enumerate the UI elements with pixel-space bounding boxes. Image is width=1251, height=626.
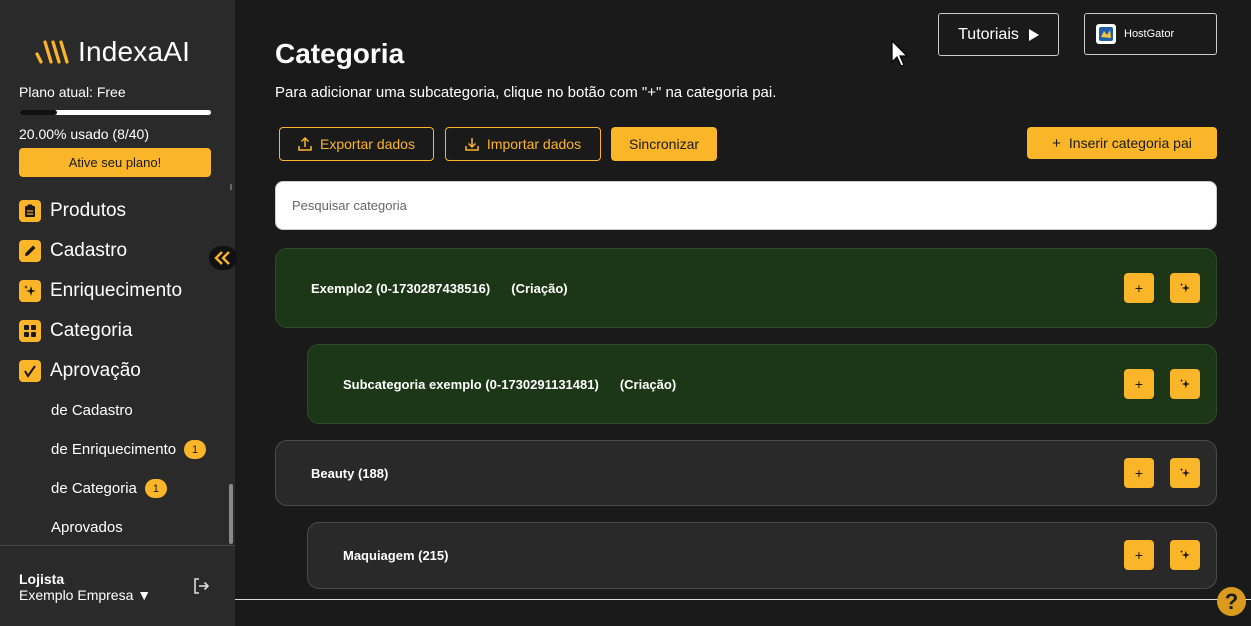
subcategory-row[interactable]: Subcategoria exemplo (0-1730291131481) (… [307,344,1217,424]
logo-mark-icon [35,40,69,64]
enrich-category-button[interactable] [1170,273,1200,303]
collapse-sidebar-button[interactable] [209,246,237,270]
category-name: Beauty (188) [311,465,389,481]
brand-logo[interactable]: IndexaAI [34,36,190,68]
plus-icon: + [1134,465,1144,481]
export-label: Exportar dados [320,136,415,152]
help-button[interactable]: ? [1217,587,1246,616]
page-description: Para adicionar uma subcategoria, clique … [275,84,777,101]
sidebar: IndexaAI Plano atual: Free 20.00% usado … [0,0,235,626]
sidebar-nav: Produtos Cadastro Enriquecimento Categor… [19,191,219,547]
sidebar-item-label: Cadastro [50,240,128,261]
sidebar-subitem-aprovados[interactable]: Aprovados [19,508,219,547]
user-role: Lojista [19,571,65,587]
import-label: Importar dados [486,136,582,152]
add-subcategory-button[interactable]: + [1124,458,1154,488]
sidebar-item-label: Categoria [50,320,133,341]
sync-label: Sincronizar [628,136,700,152]
download-icon [465,138,479,151]
store-label: HostGator [1124,28,1175,40]
sidebar-subitem-label: de Cadastro [51,402,133,419]
mouse-cursor-icon [891,40,909,67]
brand-name: IndexaAI [78,36,191,67]
sidebar-item-categoria[interactable]: Categoria [19,311,219,351]
hostgator-logo-icon [1096,24,1116,44]
enrich-category-button[interactable] [1170,458,1200,488]
add-subcategory-button[interactable]: + [1124,540,1154,570]
sidebar-scroll-arrow[interactable] [230,184,232,190]
sidebar-item-label: Enriquecimento [50,280,183,301]
enrich-category-button[interactable] [1170,369,1200,399]
sparkle-icon [1179,378,1191,389]
count-badge: 1 [144,479,167,498]
subcategory-row[interactable]: Maquiagem (215) [307,522,1217,589]
insert-parent-label: Inserir categoria pai [1068,135,1192,151]
tutorials-button[interactable]: Tutoriais [938,13,1059,56]
usage-progress-fill [19,110,58,115]
tutorials-label: Tutoriais [958,25,1019,43]
clipboard-icon [19,200,41,222]
sidebar-subitem-de-categoria[interactable]: de Categoria 1 [19,469,219,508]
plus-icon: + [1052,134,1061,152]
check-icon [19,360,41,382]
sync-button[interactable]: Sincronizar [611,127,717,161]
plus-icon: + [1134,547,1144,563]
category-row[interactable]: Beauty (188) [275,440,1217,506]
sidebar-item-produtos[interactable]: Produtos [19,191,219,231]
category-search-input[interactable] [275,181,1217,230]
user-footer: Lojista Exemplo Empresa ▼ [0,545,235,626]
category-row[interactable]: Exemplo2 (0-1730287438516) (Criação) [275,248,1217,328]
sidebar-subitem-de-cadastro[interactable]: de Cadastro [19,391,219,430]
category-status: (Criação) [511,280,568,296]
sidebar-item-enriquecimento[interactable]: Enriquecimento [19,271,219,311]
sidebar-subitem-de-enriquecimento[interactable]: de Enriquecimento 1 [19,430,219,469]
category-name: Subcategoria exemplo (0-1730291131481) [343,376,599,392]
count-badge: 1 [184,440,207,459]
activate-plan-button[interactable]: Ative seu plano! [19,148,211,177]
add-subcategory-button[interactable]: + [1124,273,1154,303]
import-data-button[interactable]: Importar dados [445,127,601,161]
category-name: Maquiagem (215) [343,548,449,563]
store-selector-button[interactable]: HostGator [1084,13,1217,55]
sidebar-item-cadastro[interactable]: Cadastro [19,231,219,271]
sidebar-item-label: Produtos [50,200,127,221]
play-icon [1028,28,1039,41]
sparkle-icon [1179,467,1191,478]
category-name: Exemplo2 (0-1730287438516) [311,280,491,296]
pencil-icon [19,240,41,262]
sidebar-subitem-label: de Enriquecimento [51,441,177,458]
sidebar-scrollbar[interactable] [229,484,233,544]
plus-icon: + [1134,280,1144,296]
sidebar-item-aprovacao[interactable]: Aprovação [19,351,219,391]
plus-icon: + [1134,376,1144,392]
add-subcategory-button[interactable]: + [1124,369,1154,399]
content-divider [235,599,1251,600]
sparkle-icon [1179,549,1191,560]
enrich-category-button[interactable] [1170,540,1200,570]
sidebar-subitem-label: de Categoria [51,480,137,497]
sparkle-icon [1179,282,1191,293]
export-data-button[interactable]: Exportar dados [279,127,434,161]
usage-progress-bar [19,110,211,115]
sidebar-item-label: Aprovação [50,360,141,381]
insert-parent-category-button[interactable]: + Inserir categoria pai [1027,127,1217,159]
double-chevron-left-icon [214,251,230,265]
category-status: (Criação) [619,376,677,392]
page-title: Categoria [275,38,405,69]
usage-text: 20.00% usado (8/40) [19,126,149,142]
company-selector[interactable]: Exemplo Empresa ▼ [19,587,151,603]
sparkle-icon [19,280,41,302]
logout-icon[interactable] [192,577,210,595]
plan-label: Plano atual: Free [19,84,126,100]
upload-icon [298,137,312,151]
sidebar-subitem-label: Aprovados [51,519,123,536]
grid-icon [19,320,41,342]
